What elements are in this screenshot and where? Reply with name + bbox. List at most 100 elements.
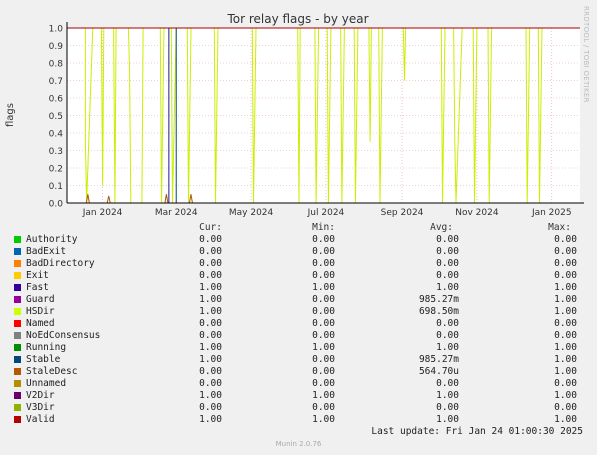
legend-min-value: 0.00 bbox=[312, 270, 335, 281]
legend-name: NoEdConsensus bbox=[26, 330, 101, 341]
legend-name: HSDir bbox=[26, 306, 55, 317]
legend-max-value: 0.00 bbox=[554, 246, 577, 257]
legend-cur-value: 1.00 bbox=[199, 342, 222, 353]
legend-row-stable: Stable 1.00 0.00 985.27m 1.00 bbox=[0, 354, 597, 366]
legend-cur-value: 0.00 bbox=[199, 258, 222, 269]
legend-cur-value: 0.00 bbox=[199, 234, 222, 245]
legend-swatch bbox=[14, 296, 21, 303]
legend-row-valid: Valid 1.00 1.00 1.00 1.00 bbox=[0, 414, 597, 426]
legend-cur-value: 1.00 bbox=[199, 414, 222, 425]
legend-row-authority: Authority 0.00 0.00 0.00 0.00 bbox=[0, 234, 597, 246]
x-tick-labels: Jan 2024 Mar 2024 May 2024 Jul 2024 Sep 2024… bbox=[82, 208, 572, 218]
legend-row-v3dir: V3Dir 0.00 0.00 0.00 0.00 bbox=[0, 402, 597, 414]
legend-cur-value: 1.00 bbox=[199, 390, 222, 401]
legend-avg-value: 0.00 bbox=[436, 258, 459, 269]
legend-min-value: 0.00 bbox=[312, 366, 335, 377]
header-avg: Avg: bbox=[430, 222, 453, 233]
plot-area bbox=[67, 28, 580, 203]
chart-title: Tor relay flags - by year bbox=[226, 12, 368, 26]
legend-avg-value: 0.00 bbox=[436, 378, 459, 389]
legend-swatch bbox=[14, 284, 21, 291]
legend-avg-value: 0.00 bbox=[436, 318, 459, 329]
legend-max-value: 0.00 bbox=[554, 402, 577, 413]
legend-swatch bbox=[14, 392, 21, 399]
legend-max-value: 0.00 bbox=[554, 378, 577, 389]
legend-name: V2Dir bbox=[26, 390, 55, 401]
legend-avg-value: 0.00 bbox=[436, 402, 459, 413]
x-tick-label: Mar 2024 bbox=[155, 208, 198, 218]
legend-swatch bbox=[14, 260, 21, 267]
legend-max-value: 1.00 bbox=[554, 366, 577, 377]
legend-cur-value: 0.00 bbox=[199, 318, 222, 329]
legend-min-value: 0.00 bbox=[312, 378, 335, 389]
y-tick-label: 0.4 bbox=[49, 130, 64, 140]
legend-avg-value: 698.50m bbox=[418, 306, 459, 317]
legend-max-value: 1.00 bbox=[554, 282, 577, 293]
legend-min-value: 0.00 bbox=[312, 246, 335, 257]
legend-name: Unnamed bbox=[26, 378, 67, 389]
legend-cur-value: 1.00 bbox=[199, 354, 222, 365]
legend-name: BadExit bbox=[26, 246, 67, 257]
y-tick-label: 0.7 bbox=[49, 77, 63, 87]
legend-cur-value: 1.00 bbox=[199, 294, 222, 305]
y-tick-label: 0.3 bbox=[49, 147, 63, 157]
legend-swatch bbox=[14, 332, 21, 339]
legend-max-value: 1.00 bbox=[554, 342, 577, 353]
legend-max-value: 1.00 bbox=[554, 354, 577, 365]
legend-name: Stable bbox=[26, 354, 61, 365]
legend-swatch bbox=[14, 248, 21, 255]
legend-min-value: 0.00 bbox=[312, 234, 335, 245]
y-tick-label: 0.9 bbox=[49, 42, 64, 52]
legend-min-value: 1.00 bbox=[312, 390, 335, 401]
legend-swatch bbox=[14, 344, 21, 351]
legend-avg-value: 0.00 bbox=[436, 246, 459, 257]
legend-row-fast: Fast 1.00 1.00 1.00 1.00 bbox=[0, 282, 597, 294]
x-tick-label: May 2024 bbox=[229, 208, 274, 218]
legend-min-value: 0.00 bbox=[312, 294, 335, 305]
legend-max-value: 0.00 bbox=[554, 258, 577, 269]
rrdtool-credit: RRDTOOL / TOBI OETIKER bbox=[582, 6, 590, 103]
legend-swatch bbox=[14, 404, 21, 411]
legend-max-value: 0.00 bbox=[554, 330, 577, 341]
legend-max-value: 1.00 bbox=[554, 390, 577, 401]
legend-row-exit: Exit 0.00 0.00 0.00 0.00 bbox=[0, 270, 597, 282]
legend-swatch bbox=[14, 308, 21, 315]
header-max: Max: bbox=[548, 222, 571, 233]
legend-max-value: 0.00 bbox=[554, 270, 577, 281]
chart-svg: Tor relay flags - by year flags 0.00.10.… bbox=[5, 12, 584, 218]
legend-cur-value: 1.00 bbox=[199, 306, 222, 317]
y-tick-label: 0.2 bbox=[49, 165, 63, 175]
x-tick-label: Jan 2024 bbox=[82, 208, 123, 218]
legend-cur-value: 0.00 bbox=[199, 270, 222, 281]
legend-row-staledesc: StaleDesc 0.00 0.00 564.70u 1.00 bbox=[0, 366, 597, 378]
x-tick-label: Jan 2025 bbox=[531, 208, 572, 218]
legend-name: V3Dir bbox=[26, 402, 55, 413]
legend-swatch bbox=[14, 368, 21, 375]
legend-avg-value: 0.00 bbox=[436, 330, 459, 341]
y-tick-label: 1.0 bbox=[49, 25, 64, 35]
legend-row-badexit: BadExit 0.00 0.00 0.00 0.00 bbox=[0, 246, 597, 258]
legend-swatch bbox=[14, 356, 21, 363]
legend-avg-value: 985.27m bbox=[418, 294, 459, 305]
legend-avg-value: 0.00 bbox=[436, 234, 459, 245]
legend-min-value: 0.00 bbox=[312, 318, 335, 329]
header-cur: Cur: bbox=[199, 222, 222, 233]
legend-max-value: 1.00 bbox=[554, 294, 577, 305]
y-tick-label: 0.1 bbox=[49, 182, 63, 192]
legend-cur-value: 0.00 bbox=[199, 246, 222, 257]
legend-avg-value: 1.00 bbox=[436, 282, 459, 293]
y-tick-labels: 0.0 0.1 0.2 0.3 0.4 0.5 0.6 0.7 0.8 0.9 1.0 bbox=[49, 25, 64, 210]
legend-name: Running bbox=[26, 342, 67, 353]
legend-name: StaleDesc bbox=[26, 366, 78, 377]
legend-swatch bbox=[14, 272, 21, 279]
legend-min-value: 0.00 bbox=[312, 330, 335, 341]
legend-row-baddirectory: BadDirectory 0.00 0.00 0.00 0.00 bbox=[0, 258, 597, 270]
header-min: Min: bbox=[312, 222, 335, 233]
legend-swatch bbox=[14, 236, 21, 243]
legend-cur-value: 0.00 bbox=[199, 330, 222, 341]
legend-max-value: 1.00 bbox=[554, 414, 577, 425]
legend-name: Authority bbox=[26, 234, 78, 245]
legend-row-named: Named 0.00 0.00 0.00 0.00 bbox=[0, 318, 597, 330]
x-tick-label: Nov 2024 bbox=[455, 208, 499, 218]
legend-min-value: 1.00 bbox=[312, 342, 335, 353]
